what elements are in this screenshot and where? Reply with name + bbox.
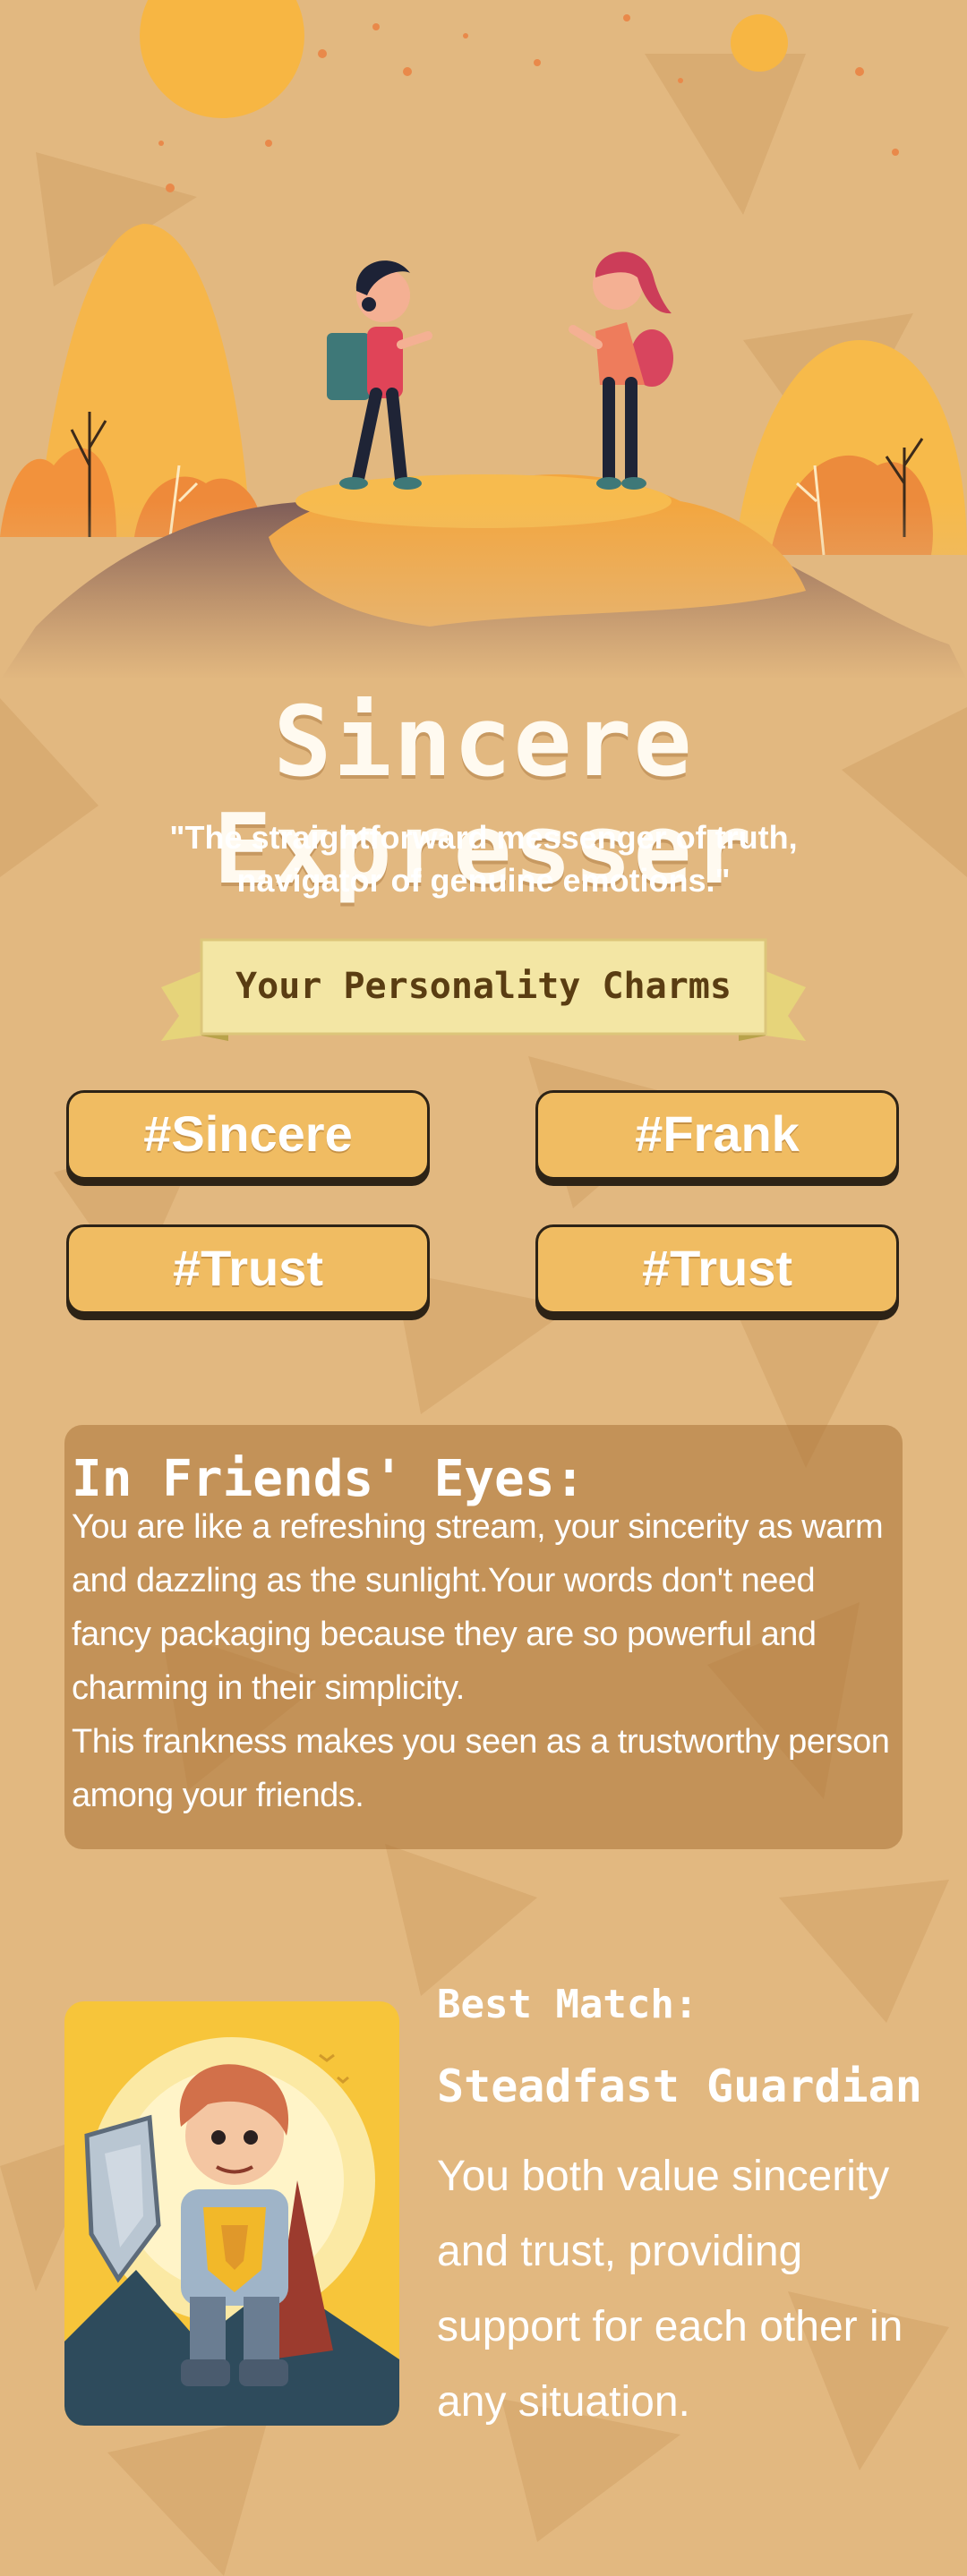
tag-trust: #Trust (66, 1224, 430, 1314)
best-match-description: You both value sincerity and trust, prov… (437, 2153, 903, 2426)
friends-eyes-body: You are like a refreshing stream, your s… (72, 1500, 895, 1822)
friends-eyes-paragraph-2: This frankness makes you seen as a trust… (72, 1723, 890, 1814)
tag-sincere: #Sincere (66, 1090, 430, 1180)
tag-frank: #Frank (535, 1090, 899, 1180)
friends-eyes-paragraph-1: You are like a refreshing stream, your s… (72, 1508, 884, 1707)
personality-subtitle: "The straightforward messenger of truth,… (169, 819, 798, 899)
charms-heading: Your Personality Charms (235, 966, 732, 1007)
best-match-name: Steadfast Guardian (437, 2060, 922, 2112)
tag-trust-2: #Trust (535, 1224, 899, 1314)
two-friends-on-hill-illustration (0, 0, 967, 680)
knight-guardian-illustration (64, 2001, 399, 2426)
best-match-label: Best Match: (437, 1982, 698, 2027)
